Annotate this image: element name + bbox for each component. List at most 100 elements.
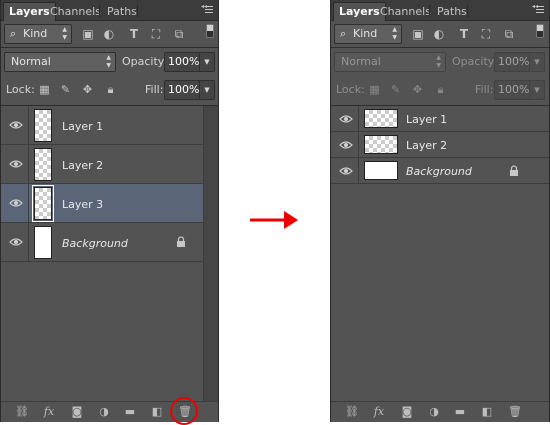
eye-icon[interactable] <box>9 120 23 130</box>
layer-name: Layer 1 <box>406 113 448 126</box>
link-icon[interactable]: ⛓ <box>345 405 359 419</box>
layer-row[interactable]: Layer 2 <box>1 145 218 184</box>
opacity-field[interactable]: 100% ▼ <box>164 52 215 72</box>
filter-kind-select[interactable]: ⌕ Kind ▲ ▼ <box>4 24 72 44</box>
image-filter-icon[interactable]: ▣ <box>411 27 425 41</box>
opacity-value: 100% <box>168 55 200 68</box>
folder-icon[interactable]: ▬ <box>453 405 467 419</box>
panel-menu-icon[interactable]: ◂◂ <box>201 4 213 14</box>
lock-transparent-icon[interactable]: ▦ <box>38 83 51 96</box>
layer-row[interactable]: Background <box>1 223 218 262</box>
adjustment-icon[interactable]: ◑ <box>97 405 111 419</box>
lock-row: Lock: ▦ ✎ ✥ 🔒︎ Fill: 100% ▼ <box>1 79 218 101</box>
blend-row: Normal ▲ ▼ Opacity: 100% ▼ <box>1 51 218 73</box>
tab-channels[interactable]: Channels <box>45 3 106 20</box>
blend-mode-select[interactable]: Normal ▲ ▼ <box>4 52 116 72</box>
opacity-value: 100% <box>498 55 530 68</box>
layers-list: Layer 1 Layer 2 Background <box>331 106 549 401</box>
opacity-field[interactable]: 100% ▼ <box>494 52 545 72</box>
mask-icon[interactable]: ◙ <box>70 405 84 419</box>
tab-channels[interactable]: Channels <box>375 3 436 20</box>
chevron-down-icon[interactable]: ▼ <box>529 53 544 71</box>
tab-paths[interactable]: Paths <box>102 3 142 20</box>
new-layer-icon[interactable]: ◧ <box>480 405 494 419</box>
fill-field[interactable]: 100% ▼ <box>164 80 215 100</box>
blend-mode-select[interactable]: Normal ▲ ▼ <box>334 52 446 72</box>
lock-all-icon[interactable]: 🔒︎ <box>104 83 117 96</box>
eye-icon[interactable] <box>339 166 353 176</box>
link-icon[interactable]: ⛓ <box>15 405 29 419</box>
layer-row[interactable]: Layer 1 <box>331 106 549 132</box>
filter-icons: ▣ ◐ T ⛶ ⧉ <box>407 27 532 41</box>
search-icon: ⌕ <box>340 27 347 40</box>
eye-icon[interactable] <box>9 237 23 247</box>
layer-thumbnail <box>364 135 398 154</box>
fx-icon[interactable]: fx <box>42 405 56 419</box>
folder-icon[interactable]: ▬ <box>123 405 137 419</box>
fx-icon[interactable]: fx <box>372 405 386 419</box>
eye-icon[interactable] <box>339 114 353 124</box>
lock-label: Lock: <box>336 83 365 96</box>
chevron-down-icon[interactable]: ▼ <box>199 53 214 71</box>
shape-filter-icon[interactable]: ⛶ <box>479 27 493 41</box>
adjustment-icon[interactable]: ◑ <box>427 405 441 419</box>
lock-move-icon[interactable]: ✥ <box>411 83 424 96</box>
type-filter-icon[interactable]: T <box>127 27 141 41</box>
fill-label: Fill: <box>475 83 494 96</box>
blend-mode-value: Normal <box>11 55 51 68</box>
adjustment-filter-icon[interactable]: ◐ <box>102 27 116 41</box>
shape-filter-icon[interactable]: ⛶ <box>149 27 163 41</box>
smart-object-filter-icon[interactable]: ⧉ <box>172 27 186 41</box>
layer-row[interactable]: Background <box>331 158 549 184</box>
updown-icon: ▲ ▼ <box>392 26 397 41</box>
lock-label: Lock: <box>6 83 35 96</box>
layer-row[interactable]: Layer 2 <box>331 132 549 158</box>
lock-brush-icon[interactable]: ✎ <box>59 83 72 96</box>
filter-kind-select[interactable]: ⌕ Kind ▲ ▼ <box>334 24 402 44</box>
tab-separator <box>99 5 100 17</box>
filter-toggle[interactable] <box>206 24 214 38</box>
panel-tab-bar: Layers Channels Paths ◂◂ <box>331 0 549 21</box>
adjustment-filter-icon[interactable]: ◐ <box>432 27 446 41</box>
chevron-down-icon[interactable]: ▼ <box>529 81 544 99</box>
filter-icons: ▣ ◐ T ⛶ ⧉ <box>77 27 202 41</box>
chevron-down-icon[interactable]: ▼ <box>199 81 214 99</box>
smart-object-filter-icon[interactable]: ⧉ <box>502 27 516 41</box>
layer-row-selected[interactable]: Layer 3 <box>1 184 218 223</box>
mask-icon[interactable]: ◙ <box>400 405 414 419</box>
panel-footer: ⛓ fx ◙ ◑ ▬ ◧ 🗑︎ <box>331 401 549 422</box>
search-icon: ⌕ <box>10 27 17 40</box>
layer-thumbnail <box>364 161 398 180</box>
type-filter-icon[interactable]: T <box>457 27 471 41</box>
layer-row[interactable]: Layer 1 <box>1 106 218 145</box>
lock-all-icon[interactable]: 🔒︎ <box>434 83 447 96</box>
layer-thumbnail <box>364 109 398 128</box>
new-layer-icon[interactable]: ◧ <box>150 405 164 419</box>
image-filter-icon[interactable]: ▣ <box>81 27 95 41</box>
fill-value: 100% <box>168 83 200 96</box>
scrollbar[interactable] <box>203 106 218 401</box>
lock-icon <box>510 165 518 176</box>
fill-field[interactable]: 100% ▼ <box>494 80 545 100</box>
opacity-label: Opacity: <box>452 55 498 68</box>
eye-icon[interactable] <box>9 159 23 169</box>
updown-icon: ▲ ▼ <box>62 26 67 41</box>
tab-paths[interactable]: Paths <box>432 3 472 20</box>
updown-icon: ▲ ▼ <box>106 54 111 69</box>
trash-icon[interactable]: 🗑︎ <box>508 405 522 419</box>
filter-row: ⌕ Kind ▲ ▼ ▣ ◐ T ⛶ ⧉ <box>331 23 549 45</box>
lock-brush-icon[interactable]: ✎ <box>389 83 402 96</box>
layer-name: Background <box>406 165 472 178</box>
filter-toggle[interactable] <box>536 24 544 38</box>
fill-label: Fill: <box>145 83 164 96</box>
lock-transparent-icon[interactable]: ▦ <box>368 83 381 96</box>
filter-kind-label: Kind <box>353 27 378 40</box>
eye-icon[interactable] <box>339 140 353 150</box>
eye-icon[interactable] <box>9 198 23 208</box>
tab-separator <box>429 5 430 17</box>
panel-menu-icon[interactable]: ◂◂ <box>532 4 544 14</box>
lock-move-icon[interactable]: ✥ <box>81 83 94 96</box>
layer-thumbnail <box>34 109 52 142</box>
fill-value: 100% <box>498 83 530 96</box>
opacity-label: Opacity: <box>122 55 168 68</box>
